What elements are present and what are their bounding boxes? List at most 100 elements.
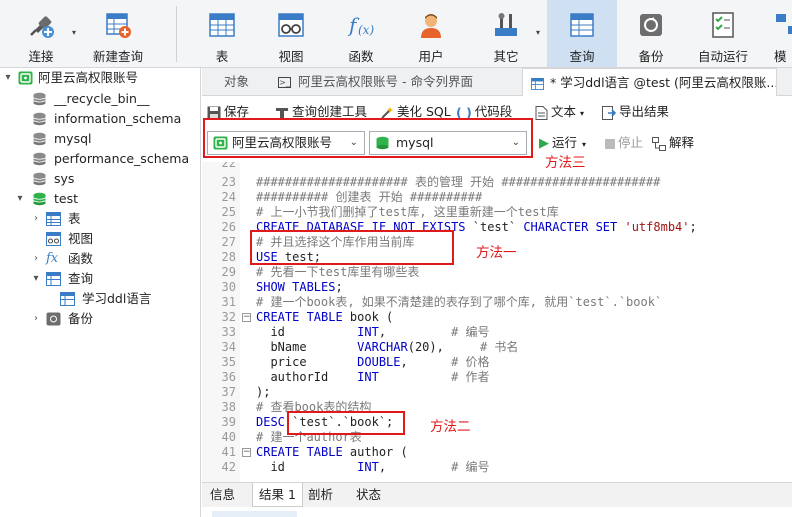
user-button[interactable]: 用户: [407, 0, 455, 67]
other-label: 其它: [493, 49, 519, 64]
automation-button[interactable]: 自动运行: [692, 0, 754, 67]
tree-queries[interactable]: ▾ 查询: [0, 269, 201, 289]
line-number: 27: [221, 235, 236, 249]
tab-info[interactable]: 信息: [204, 483, 241, 507]
query-file-icon: [60, 292, 75, 306]
annotation-box-method2: [287, 411, 405, 435]
line-number: 30: [221, 280, 236, 294]
query-icon: [46, 272, 61, 286]
tree-db-mysql[interactable]: mysql: [0, 129, 201, 149]
collapse-arrow-icon[interactable]: ▾: [30, 269, 42, 289]
tree-db-information-schema[interactable]: information_schema: [0, 109, 201, 129]
tab-console-label: 阿里云高权限账号 - 命令列界面: [297, 74, 473, 89]
tree-db-performance-schema[interactable]: performance_schema: [0, 149, 201, 169]
code-line-31: # 建一个book表, 如果不清楚建的表存到了哪个库, 就用`test`.`bo…: [256, 295, 663, 309]
new-query-button[interactable]: 新建查询: [88, 0, 148, 67]
other-button[interactable]: 其它 ▾: [482, 0, 540, 67]
query-button[interactable]: 查询: [547, 0, 617, 67]
run-label: 运行: [552, 135, 578, 150]
fold-toggle-icon[interactable]: −: [242, 313, 251, 322]
line-number: 29: [221, 265, 236, 279]
database-name: test: [54, 191, 79, 206]
tab-profile-label: 剖析: [308, 487, 334, 502]
views-label: 视图: [68, 231, 94, 246]
fold-toggle-icon[interactable]: −: [242, 448, 251, 457]
code-line-37: );: [256, 385, 271, 399]
view-button[interactable]: 视图: [267, 0, 315, 67]
function-icon: f (x): [347, 13, 374, 37]
dropdown-caret-icon[interactable]: ▾: [72, 28, 76, 37]
code-line-30: SHOW TABLES;: [256, 280, 343, 294]
export-icon: [602, 105, 616, 120]
new-query-label: 新建查询: [92, 49, 143, 64]
backup-button[interactable]: 备份: [627, 0, 675, 67]
tab-profile[interactable]: 剖析: [302, 483, 339, 507]
dropdown-caret-icon[interactable]: ▾: [580, 109, 584, 118]
automation-icon: [712, 12, 734, 38]
line-number: 37: [221, 385, 236, 399]
user-label: 用户: [418, 49, 444, 64]
automation-label: 自动运行: [697, 49, 748, 64]
database-icon: [33, 152, 46, 166]
text-mode-button[interactable]: 文本 ▾: [535, 101, 584, 123]
beautify-sql-label: 美化 SQL: [397, 104, 451, 119]
code-line-41: CREATE TABLE author (: [256, 445, 408, 459]
tab-query[interactable]: * 学习ddl语言 @test (阿里云高权限账...: [522, 68, 777, 96]
expand-arrow-icon[interactable]: ›: [30, 249, 42, 269]
save-label: 保存: [224, 104, 250, 119]
tree-db-test[interactable]: ▾ test: [0, 189, 201, 209]
collapse-arrow-icon[interactable]: ▾: [2, 68, 14, 88]
explain-icon: [652, 136, 666, 151]
code-line-25: # 上一小节我们删掉了test库, 这里重新建一个test库: [256, 205, 559, 219]
function-button[interactable]: f (x) 函数: [336, 0, 386, 67]
result-tabbar: 信息 结果 1 剖析 状态: [202, 482, 792, 507]
tab-status[interactable]: 状态: [350, 483, 387, 507]
explain-button[interactable]: 解释: [652, 132, 694, 154]
stop-label: 停止: [618, 135, 644, 150]
expand-arrow-icon[interactable]: ›: [30, 309, 42, 329]
tab-result-1[interactable]: 结果 1: [252, 483, 303, 507]
view-icon: [46, 232, 61, 246]
expand-arrow-icon[interactable]: ›: [30, 209, 42, 229]
stop-button[interactable]: 停止: [605, 132, 643, 154]
code-line-34: bName VARCHAR(20), # 书名: [256, 340, 519, 354]
database-name: information_schema: [54, 111, 182, 126]
line-number: 38: [221, 400, 236, 414]
tree-db-sys[interactable]: sys: [0, 169, 201, 189]
tab-objects[interactable]: 对象: [216, 68, 257, 96]
tree-functions[interactable]: › fx 函数: [0, 249, 201, 269]
toolbar-divider: [176, 6, 177, 62]
console-icon: >_: [278, 77, 291, 88]
backup-label: 备份: [638, 49, 664, 64]
tree-backups[interactable]: › 备份: [0, 309, 201, 329]
tab-console[interactable]: >_ 阿里云高权限账号 - 命令列界面: [270, 68, 481, 96]
tab-objects-label: 对象: [224, 74, 250, 89]
table-button[interactable]: 表: [198, 0, 246, 67]
code-snippet-label: 代码段: [474, 104, 513, 119]
collapse-arrow-icon[interactable]: ▾: [14, 189, 26, 209]
line-number: 41: [221, 445, 236, 459]
result-panel: [202, 507, 792, 517]
tables-label: 表: [68, 211, 81, 226]
export-result-button[interactable]: 导出结果: [602, 101, 669, 123]
tree-db-recycle[interactable]: __recycle_bin__: [0, 89, 201, 109]
tree-views[interactable]: 视图: [0, 229, 201, 249]
tab-status-label: 状态: [356, 487, 382, 502]
tree-connection[interactable]: ▾ 阿里云高权限账号: [0, 68, 201, 88]
database-icon: [33, 132, 46, 146]
function-label: 函数: [348, 49, 374, 64]
line-number: 31: [221, 295, 236, 309]
explain-label: 解释: [669, 135, 695, 150]
dropdown-caret-icon[interactable]: ▾: [536, 28, 540, 37]
tree-query-item[interactable]: 学习ddl语言: [0, 289, 201, 309]
query-builder-label: 查询创建工具: [292, 104, 368, 119]
line-number: 35: [221, 355, 236, 369]
table-icon: [46, 212, 61, 226]
code-line-23: ##################### 表的管理 开始 ##########…: [256, 175, 661, 189]
tree-tables[interactable]: › 表: [0, 209, 201, 229]
annotation-box-method1: [250, 230, 454, 265]
database-name: sys: [54, 171, 75, 186]
connect-button[interactable]: 连接 ▾: [16, 0, 76, 67]
model-button[interactable]: 模: [768, 0, 792, 67]
dropdown-caret-icon[interactable]: ▾: [582, 140, 586, 149]
